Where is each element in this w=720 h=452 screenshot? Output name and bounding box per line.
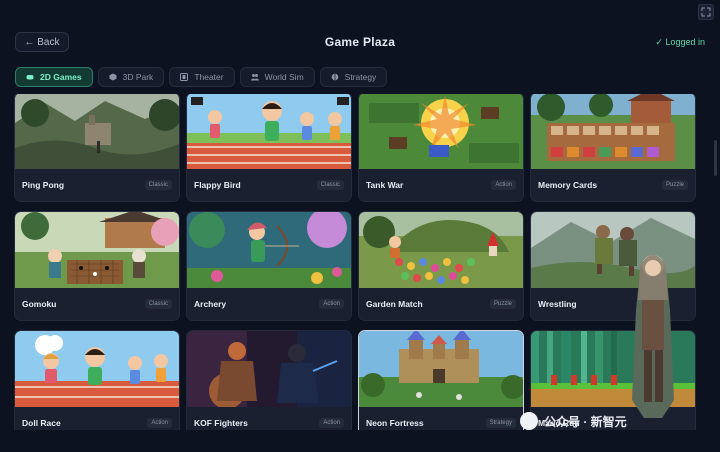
game-thumbnail	[359, 331, 523, 409]
game-title: Flappy Bird	[194, 180, 241, 190]
game-thumbnail	[15, 94, 179, 171]
genre-badge: Classic	[316, 180, 344, 190]
tab-label: Theater	[194, 72, 224, 82]
game-title: Garden Match	[366, 299, 423, 309]
login-status: ✓ Logged in	[655, 37, 705, 47]
wechat-logo-icon	[520, 412, 538, 430]
game-title: Doll Race	[22, 418, 61, 428]
top-bar: ← Back Game Plaza ✓ Logged in	[0, 30, 720, 54]
tab-label: World Sim	[264, 72, 304, 82]
card-footer: Gomoku Classic	[15, 288, 179, 320]
genre-badge: Strategy	[485, 418, 516, 428]
tab-world-sim[interactable]: World Sim	[239, 67, 315, 87]
game-title: Neon Fortress	[366, 418, 424, 428]
game-title: Wrestling	[538, 299, 577, 309]
game-title: Memory Cards	[538, 180, 598, 190]
card-footer: Ping Pong Classic	[15, 169, 179, 201]
game-title: Archery	[194, 299, 227, 309]
game-title: KOF Fighters	[194, 418, 248, 428]
expand-icon[interactable]	[698, 4, 714, 20]
card-footer: KOF Fighters Action	[187, 407, 351, 430]
character-overlay	[632, 255, 674, 418]
category-tabs: 2D Games 3D Park Theater World Sim Strat…	[15, 67, 388, 87]
gamepad-icon	[26, 75, 34, 80]
card-footer: Garden Match Puzzle	[359, 288, 523, 320]
genre-badge: Puzzle	[661, 180, 688, 190]
card-footer: Doll Race Action	[15, 407, 179, 430]
game-card[interactable]: Ping Pong Classic	[14, 94, 180, 202]
game-thumbnail	[15, 212, 179, 290]
card-footer: Archery Action	[187, 288, 351, 320]
game-card[interactable]: Memory Cards Puzzle	[530, 94, 696, 202]
game-title: Tank War	[366, 180, 404, 190]
game-thumbnail	[359, 212, 523, 290]
game-thumbnail	[531, 94, 695, 171]
genre-badge: Action	[319, 418, 344, 428]
game-card[interactable]: Doll Race Action	[14, 330, 180, 430]
card-footer: Neon Fortress Strategy	[359, 407, 523, 430]
tab-label: Strategy	[344, 72, 377, 82]
tab-2d-games[interactable]: 2D Games	[15, 67, 93, 87]
genre-badge: Action	[147, 418, 172, 428]
game-card[interactable]: Tank War Action	[358, 94, 524, 202]
game-grid: Ping Pong Classic Flappy Bird Classic Ta…	[14, 94, 696, 430]
game-card[interactable]: Archery Action	[186, 211, 352, 321]
tab-label: 2D Games	[40, 72, 82, 82]
game-card[interactable]: Garden Match Puzzle	[358, 211, 524, 321]
page-title: Game Plaza	[324, 35, 396, 49]
game-thumbnail	[359, 94, 523, 171]
scrollbar[interactable]	[714, 140, 717, 176]
game-thumbnail	[187, 212, 351, 290]
watermark-text: 公众号 · 新智元	[544, 414, 627, 429]
genre-badge: Classic	[144, 180, 172, 190]
tab-3d-park[interactable]: 3D Park	[97, 67, 165, 87]
genre-badge: Puzzle	[489, 299, 516, 309]
card-footer: Flappy Bird Classic	[187, 169, 351, 201]
card-footer: Tank War Action	[359, 169, 523, 201]
brain-icon	[331, 73, 338, 81]
game-card[interactable]: KOF Fighters Action	[186, 330, 352, 430]
film-icon	[180, 73, 189, 81]
game-card[interactable]: Flappy Bird Classic	[186, 94, 352, 202]
card-footer: Memory Cards Puzzle	[531, 169, 695, 201]
tab-label: 3D Park	[122, 72, 154, 82]
tab-strategy[interactable]: Strategy	[319, 67, 388, 87]
users-icon	[250, 74, 259, 81]
cube-icon	[109, 73, 117, 81]
genre-badge: Classic	[144, 299, 172, 309]
game-title: Ping Pong	[22, 180, 65, 190]
game-grid-viewport: Ping Pong Classic Flappy Bird Classic Ta…	[14, 94, 698, 430]
watermark: 公众号 · 新智元	[520, 412, 627, 430]
game-thumbnail	[187, 94, 351, 171]
genre-badge: Action	[319, 299, 344, 309]
genre-badge: Action	[491, 180, 516, 190]
game-title: Gomoku	[22, 299, 57, 309]
tab-theater[interactable]: Theater	[169, 67, 235, 87]
game-thumbnail	[15, 331, 179, 409]
game-thumbnail	[187, 331, 351, 409]
game-card[interactable]: Gomoku Classic	[14, 211, 180, 321]
game-card[interactable]: Neon Fortress Strategy	[358, 330, 524, 430]
